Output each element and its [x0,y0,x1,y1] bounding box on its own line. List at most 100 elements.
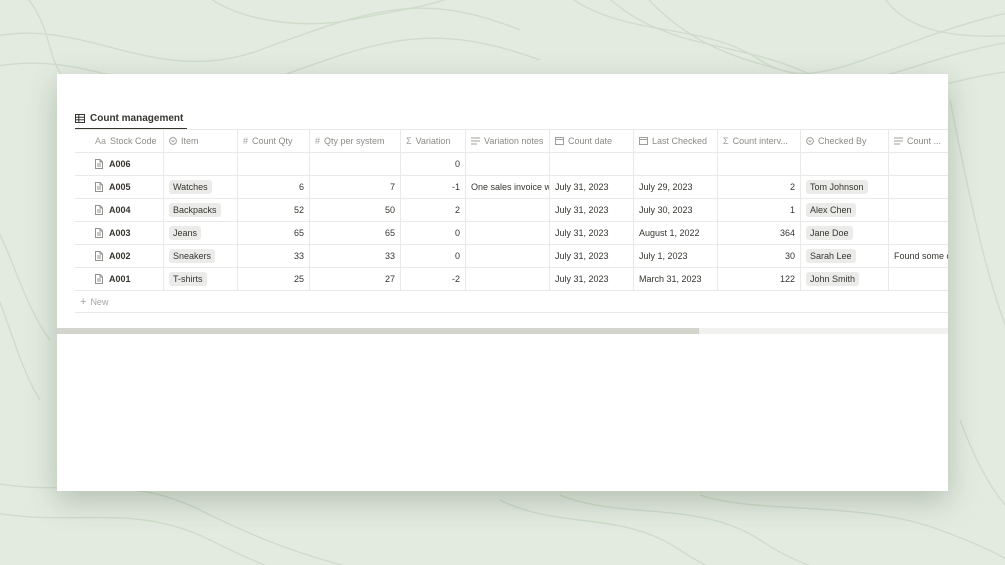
cell-value: Found some d [894,251,948,261]
cell-variation[interactable]: 2 [401,199,466,221]
cell-last-checked[interactable]: March 31, 2023 [634,268,718,290]
cell-notes[interactable] [466,245,550,267]
stock-code: A004 [109,205,131,215]
cell-value: August 1, 2022 [639,228,700,238]
cell-item[interactable]: Watches [164,176,238,198]
cell-count-qty[interactable] [238,153,310,175]
cell-qty-system[interactable]: 27 [310,268,401,290]
cell-last-checked[interactable]: July 30, 2023 [634,199,718,221]
cell-notes[interactable] [466,153,550,175]
cell-variation[interactable]: 0 [401,153,466,175]
cell-qty-system[interactable]: 7 [310,176,401,198]
cell-count-notes[interactable] [889,199,948,221]
cell-count-date[interactable]: July 31, 2023 [550,222,634,244]
cell-variation[interactable]: 0 [401,222,466,244]
cell-variation[interactable]: -2 [401,268,466,290]
checked-by-tag: John Smith [806,272,860,286]
cell-interval[interactable] [718,153,801,175]
number-icon: # [243,136,249,146]
table-row[interactable]: A006 0 [75,153,948,176]
cell-value: 65 [293,228,304,238]
cell-item[interactable]: Jeans [164,222,238,244]
cell-checked-by[interactable]: Jane Doe [801,222,889,244]
cell-qty-system[interactable] [310,153,401,175]
cell-checked-by[interactable]: Sarah Lee [801,245,889,267]
cell-item[interactable]: Backpacks [164,199,238,221]
column-header-count-qty[interactable]: # Count Qty [238,130,310,152]
cell-code[interactable]: A003 [75,222,164,244]
cell-count-date[interactable]: July 31, 2023 [550,245,634,267]
table-row[interactable]: A003 Jeans 65 65 0 July 31, 2023 August 1, 202… [75,222,948,245]
cell-last-checked[interactable]: July 1, 2023 [634,245,718,267]
cell-interval[interactable]: 1 [718,199,801,221]
column-header-last-checked[interactable]: Last Checked [634,130,718,152]
cell-count-notes[interactable] [889,222,948,244]
cell-value: 7 [389,182,395,192]
horizontal-scrollbar[interactable] [57,328,948,334]
cell-count-qty[interactable]: 6 [238,176,310,198]
table-row[interactable]: A001 T-shirts 25 27 -2 July 31, 2023 March 31,… [75,268,948,291]
column-header-count-interval[interactable]: Σ Count interv... [718,130,801,152]
cell-checked-by[interactable]: Alex Chen [801,199,889,221]
calendar-icon [639,137,648,145]
cell-value: 1 [789,205,795,215]
view-tab-count-management[interactable]: Count management [75,108,188,130]
cell-code[interactable]: A004 [75,199,164,221]
cell-code[interactable]: A001 [75,268,164,290]
cell-item[interactable]: Sneakers [164,245,238,267]
scrollbar-thumb[interactable] [57,328,699,334]
column-header-count-notes[interactable]: Count ... [889,130,948,152]
table-row[interactable]: A004 Backpacks 52 50 2 July 31, 2023 July 30, … [75,199,948,222]
cell-count-date[interactable] [550,153,634,175]
cell-notes[interactable] [466,222,550,244]
table-row[interactable]: A002 Sneakers 33 33 0 July 31, 2023 July 1, 20… [75,245,948,268]
column-header-checked-by[interactable]: Checked By [801,130,889,152]
column-header-qty-per-system[interactable]: # Qty per system [310,130,401,152]
cell-count-notes[interactable]: Found some d [889,245,948,267]
cell-interval[interactable]: 122 [718,268,801,290]
cell-code[interactable]: A002 [75,245,164,267]
cell-qty-system[interactable]: 33 [310,245,401,267]
column-header-item[interactable]: Item [164,130,238,152]
cell-last-checked[interactable]: July 29, 2023 [634,176,718,198]
cell-last-checked[interactable]: August 1, 2022 [634,222,718,244]
new-row-button[interactable]: + New [75,291,948,313]
cell-interval[interactable]: 364 [718,222,801,244]
column-header-stock-code[interactable]: Aa Stock Code [75,130,164,152]
cell-count-notes[interactable] [889,268,948,290]
table-row[interactable]: A005 Watches 6 7 -1 One sales invoice wa July … [75,176,948,199]
cell-code[interactable]: A005 [75,176,164,198]
cell-count-qty[interactable]: 25 [238,268,310,290]
column-header-variation-notes[interactable]: Variation notes [466,130,550,152]
checked-by-tag: Alex Chen [806,203,856,217]
cell-count-qty[interactable]: 52 [238,199,310,221]
cell-last-checked[interactable] [634,153,718,175]
cell-code[interactable]: A006 [75,153,164,175]
cell-variation[interactable]: -1 [401,176,466,198]
cell-value: July 29, 2023 [639,182,693,192]
cell-checked-by[interactable]: Tom Johnson [801,176,889,198]
cell-count-qty[interactable]: 33 [238,245,310,267]
cell-notes[interactable] [466,268,550,290]
column-header-variation[interactable]: Σ Variation [401,130,466,152]
cell-item[interactable]: T-shirts [164,268,238,290]
cell-count-date[interactable]: July 31, 2023 [550,176,634,198]
cell-qty-system[interactable]: 50 [310,199,401,221]
cell-value: 25 [293,274,304,284]
cell-interval[interactable]: 30 [718,245,801,267]
cell-item[interactable] [164,153,238,175]
cell-count-notes[interactable] [889,176,948,198]
cell-count-qty[interactable]: 65 [238,222,310,244]
cell-notes[interactable] [466,199,550,221]
cell-variation[interactable]: 0 [401,245,466,267]
cell-notes[interactable]: One sales invoice wa [466,176,550,198]
cell-qty-system[interactable]: 65 [310,222,401,244]
column-header-count-date[interactable]: Count date [550,130,634,152]
cell-checked-by[interactable] [801,153,889,175]
cell-interval[interactable]: 2 [718,176,801,198]
cell-count-notes[interactable] [889,153,948,175]
cell-count-date[interactable]: July 31, 2023 [550,268,634,290]
cell-checked-by[interactable]: John Smith [801,268,889,290]
cell-count-date[interactable]: July 31, 2023 [550,199,634,221]
item-tag: Backpacks [169,203,221,217]
